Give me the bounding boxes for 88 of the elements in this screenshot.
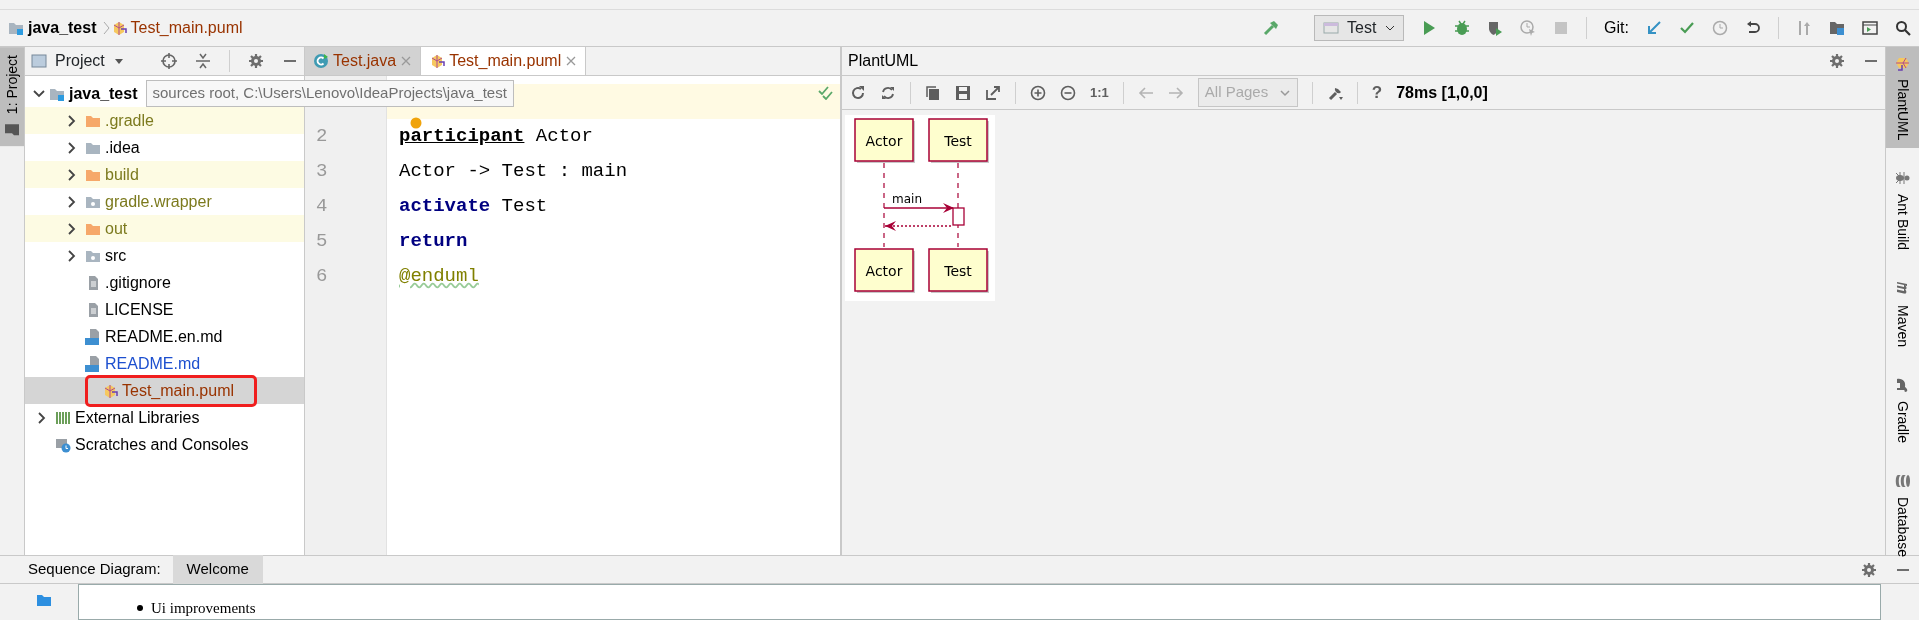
tree-item[interactable]: README.en.md xyxy=(105,324,223,349)
help-button[interactable]: ? xyxy=(1371,79,1383,106)
activation-bar xyxy=(952,207,965,226)
close-icon[interactable] xyxy=(565,55,578,67)
scratches-icon xyxy=(55,436,71,453)
panel-title: Sequence Diagram: xyxy=(28,559,161,580)
tree-item[interactable]: Scratches and Consoles xyxy=(75,432,249,457)
markdown-file-icon xyxy=(85,355,101,372)
sync-icon[interactable] xyxy=(880,84,896,101)
code-line: Actor -> Test : main xyxy=(399,160,628,182)
tool-window-tab[interactable]: 1: Project xyxy=(0,47,24,147)
code-line: @enduml xyxy=(399,265,479,287)
tree-item[interactable]: out xyxy=(105,216,128,241)
tree-item[interactable]: java_test xyxy=(69,81,138,106)
tree-item[interactable]: External Libraries xyxy=(75,405,200,430)
folder-icon xyxy=(8,20,24,36)
inspection-ok-icon[interactable] xyxy=(818,84,834,100)
participant-box: Actor xyxy=(854,118,915,163)
export-icon[interactable] xyxy=(985,84,1001,101)
line-number: 6 xyxy=(315,264,329,289)
code-line: activate Test xyxy=(399,195,548,217)
render-time: 78ms [1,0,0] xyxy=(1396,82,1488,103)
class-file-icon xyxy=(313,53,329,69)
participant-box: Actor xyxy=(854,248,915,293)
tree-item[interactable]: LICENSE xyxy=(105,297,174,322)
ant-icon xyxy=(1894,170,1911,187)
run-configuration-dropdown[interactable]: Test xyxy=(1314,15,1405,41)
refresh-icon[interactable] xyxy=(850,84,866,101)
markdown-file-icon xyxy=(85,328,101,345)
zoom-in-icon[interactable] xyxy=(1030,84,1046,101)
save-icon[interactable] xyxy=(955,84,971,101)
tool-window-tab[interactable]: PlantUML xyxy=(1886,47,1919,149)
tree-item[interactable]: README.md xyxy=(105,351,201,376)
settings-icon[interactable] xyxy=(1861,561,1877,578)
panel-tab[interactable]: Welcome xyxy=(172,555,263,584)
cube-file-icon xyxy=(102,382,118,399)
git-label: Git: xyxy=(1604,18,1629,38)
folder-icon[interactable] xyxy=(36,592,52,608)
tree-item[interactable]: gradle.wrapper xyxy=(105,189,212,214)
update-arrow-icon[interactable] xyxy=(1646,20,1662,36)
participant-box: Test xyxy=(928,118,989,163)
participant-box: Test xyxy=(928,248,989,293)
tool-window-tab[interactable]: Ant Build xyxy=(1886,162,1919,259)
shield-run-icon[interactable] xyxy=(1487,20,1504,36)
tree-item[interactable]: .gitignore xyxy=(105,270,171,295)
tool-window-tab[interactable]: Gradle xyxy=(1886,368,1919,451)
actual-size-button[interactable]: 1:1 xyxy=(1090,82,1109,103)
bullet-text: Ui improvements xyxy=(151,599,256,618)
cube-icon xyxy=(1894,55,1911,71)
undo-icon[interactable] xyxy=(1745,20,1761,36)
collapse-icon[interactable] xyxy=(195,53,211,69)
settings-icon[interactable] xyxy=(248,53,264,69)
editor-tab[interactable]: Test.java xyxy=(305,47,422,75)
crosshair-icon[interactable] xyxy=(161,53,177,69)
path-tooltip: sources root, C:\Users\Lenovo\IdeaProjects\java_test xyxy=(145,80,514,107)
breadcrumb-link[interactable]: java_test xyxy=(28,16,97,40)
line-number: 4 xyxy=(315,194,329,219)
settings-icon[interactable] xyxy=(1829,53,1845,69)
copy-icon[interactable] xyxy=(925,84,941,101)
cube-file-icon xyxy=(429,53,446,69)
code-line: participant Actor xyxy=(399,125,593,147)
line-number: 3 xyxy=(315,159,329,184)
message-label: main xyxy=(892,192,922,206)
code-line: return xyxy=(399,230,468,252)
zoom-out-icon[interactable] xyxy=(1060,84,1076,101)
bullet-icon xyxy=(137,605,143,612)
terminal-window-icon[interactable] xyxy=(1862,20,1878,36)
tree-item[interactable]: .gradle xyxy=(105,108,154,133)
tree-item[interactable]: .idea xyxy=(105,135,140,160)
tree-item[interactable]: build xyxy=(105,162,139,187)
libraries-icon xyxy=(55,409,71,426)
folder-grid-icon[interactable] xyxy=(1829,20,1845,36)
message-arrow xyxy=(883,203,954,213)
panel-title: PlantUML xyxy=(848,51,919,71)
window-icon xyxy=(1323,20,1340,36)
search-icon[interactable] xyxy=(1895,20,1911,36)
line-number: 2 xyxy=(315,124,329,149)
panel-icon xyxy=(31,53,47,69)
tool-window-tab[interactable]: Database xyxy=(1886,464,1919,565)
tool-window-tab[interactable]: Maven xyxy=(1886,272,1919,355)
bug-icon[interactable] xyxy=(1454,20,1471,36)
editor-tab[interactable]: Test_main.puml xyxy=(421,47,587,75)
line-number: 5 xyxy=(315,229,329,254)
return-arrow xyxy=(884,221,954,231)
checkmark-icon[interactable] xyxy=(1679,20,1695,36)
breadcrumb-link[interactable]: Test_main.puml xyxy=(130,16,243,40)
tree-item[interactable]: src xyxy=(105,243,127,268)
database-icon xyxy=(1894,472,1911,489)
